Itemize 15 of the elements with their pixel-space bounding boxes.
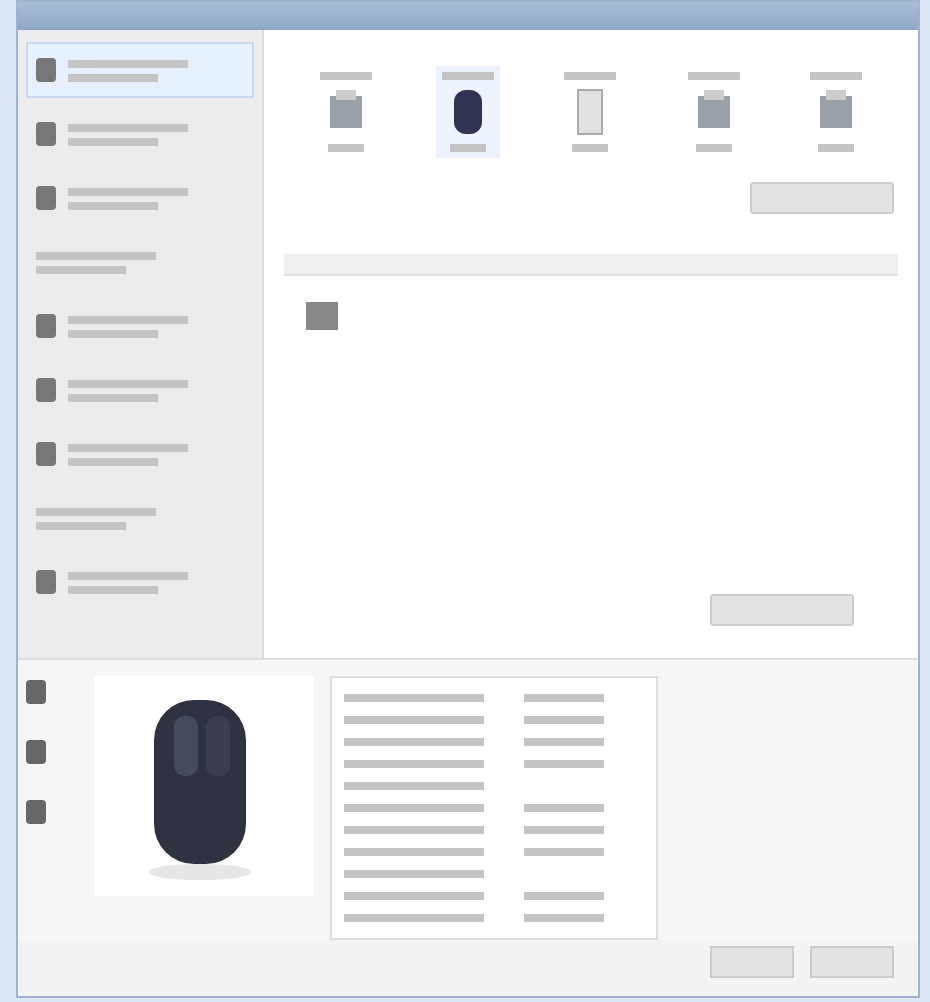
device-icon bbox=[36, 378, 56, 402]
device-icon[interactable] bbox=[26, 800, 46, 824]
device-icon bbox=[36, 442, 56, 466]
computer-icon bbox=[576, 88, 605, 136]
device-icon[interactable] bbox=[26, 740, 46, 764]
device-icon bbox=[36, 58, 56, 82]
device-icon[interactable] bbox=[26, 680, 46, 704]
device-icon bbox=[36, 570, 56, 594]
device-icon bbox=[36, 122, 56, 146]
device-tile[interactable] bbox=[436, 66, 501, 158]
printer-icon bbox=[304, 296, 340, 336]
device-icon bbox=[36, 314, 56, 338]
sidebar-item[interactable] bbox=[26, 42, 254, 98]
mouse-icon bbox=[450, 88, 487, 136]
device-icon bbox=[36, 186, 56, 210]
